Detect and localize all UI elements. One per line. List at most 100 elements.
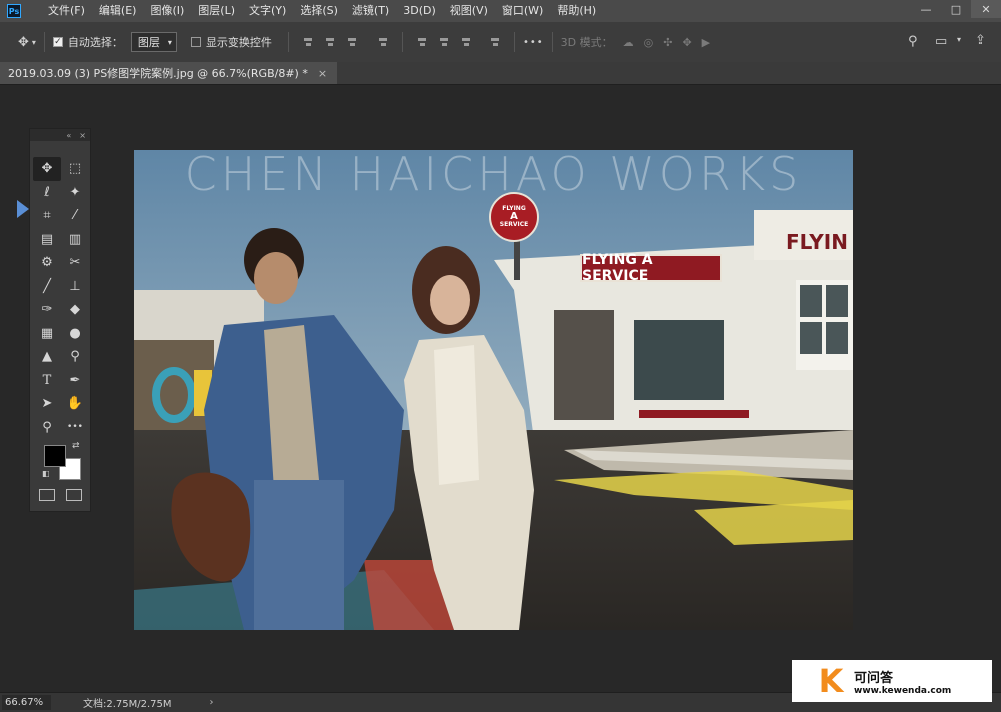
logo-url: www.kewenda.com [854, 685, 952, 696]
collapse-icon[interactable]: « [66, 131, 71, 140]
chevron-down-icon[interactable]: ▾ [32, 38, 36, 47]
3d-pan-icon[interactable]: ✣ [663, 36, 672, 49]
more-options-icon[interactable]: ••• [523, 37, 544, 48]
close-icon[interactable]: × [318, 67, 327, 80]
menu-file[interactable]: 文件(F) [41, 0, 92, 22]
spot-healing-tool[interactable]: ▤ [33, 228, 61, 252]
tool-grid: ✥ ⬚ ℓ ✦ ⌗ ⁄ ▤ ▥ ⚙ ✂ ╱ ⊥ ✑ ◆ ▦ ● ▲ ⚲ T ✒ … [33, 157, 89, 439]
quick-mask-icon[interactable] [39, 489, 55, 501]
tools-panel[interactable]: « × ✥ ⬚ ℓ ✦ ⌗ ⁄ ▤ ▥ ⚙ ✂ ╱ ⊥ ✑ ◆ ▦ ● ▲ ⚲ … [29, 128, 91, 512]
document-info: 文档:2.75M/2.75M [83, 699, 172, 710]
hand-tool[interactable]: ✋ [61, 392, 89, 416]
menu-select[interactable]: 选择(S) [293, 0, 345, 22]
photoshop-logo-icon: Ps [7, 4, 21, 18]
content-aware-tool[interactable]: ⚙ [33, 251, 61, 275]
history-brush-tool[interactable]: ✑ [33, 298, 61, 322]
align-vcenter-icon[interactable] [438, 36, 450, 48]
align-top-icon[interactable] [416, 36, 428, 48]
chevron-down-icon: ▾ [167, 37, 172, 47]
3d-camera-icon[interactable]: ▶ [702, 36, 710, 49]
tools-panel-header[interactable]: « × [30, 129, 90, 141]
logo-k-icon: K [818, 662, 844, 700]
menu-image[interactable]: 图像(I) [143, 0, 191, 22]
menu-layer[interactable]: 图层(L) [191, 0, 242, 22]
3d-slide-icon[interactable]: ✥ [682, 36, 691, 49]
options-bar: ✥ ▾ ✓ 自动选择： 图层 ▾ 显示变换控件 ••• 3D 模式： ☁ ◎ ✣… [0, 22, 1001, 63]
canvas-watermark-text: CHEN HAICHAO WORKS [184, 150, 803, 201]
screen-mode-icon[interactable] [66, 489, 82, 501]
zoom-tool[interactable]: ⚲ [33, 416, 61, 440]
sharpen-tool[interactable]: ▲ [33, 345, 61, 369]
window-controls: — □ ✕ [911, 0, 1001, 18]
divider [513, 32, 515, 52]
menu-window[interactable]: 窗口(W) [495, 0, 550, 22]
round-sign-line-2: A [510, 211, 518, 222]
foreground-color-swatch[interactable] [44, 445, 66, 467]
menu-help[interactable]: 帮助(H) [550, 0, 603, 22]
show-transform-label: 显示变换控件 [205, 36, 272, 49]
type-tool[interactable]: T [33, 369, 61, 393]
magic-wand-tool[interactable]: ✦ [61, 181, 89, 205]
auto-select-checkbox[interactable]: ✓ [52, 37, 63, 47]
eyedropper-tool[interactable]: ⁄ [61, 204, 89, 228]
marquee-tool[interactable]: ⬚ [61, 157, 89, 181]
roof-sign: FLYIN [786, 230, 848, 254]
divider [287, 32, 289, 52]
pen-tool[interactable]: ✒ [61, 369, 89, 393]
document-tab[interactable]: 2019.03.09 (3) PS修图学院案例.jpg @ 66.7%(RGB/… [0, 62, 338, 84]
default-colors-icon[interactable]: ◧ [42, 469, 50, 478]
close-icon[interactable]: × [79, 131, 86, 140]
gradient-tool[interactable]: ▦ [33, 322, 61, 346]
menu-3d[interactable]: 3D(D) [396, 0, 443, 22]
align-left-icon[interactable] [302, 36, 314, 48]
move-tool[interactable]: ✥ [33, 157, 61, 181]
search-icon[interactable]: ⚲ [908, 34, 918, 49]
more-tools[interactable]: ••• [61, 416, 89, 440]
blur-tool[interactable]: ● [61, 322, 89, 346]
layer-dropdown-value: 图层 [137, 36, 160, 49]
show-transform-checkbox[interactable] [190, 37, 201, 47]
move-tool-icon[interactable]: ✥ [18, 35, 29, 50]
logo-text: 可问答 www.kewenda.com [854, 667, 951, 696]
canvas-image[interactable]: CHEN HAICHAO WORKS FLYING A SERVICE FLYI… [134, 150, 853, 630]
patch-tool[interactable]: ▥ [61, 228, 89, 252]
3d-orbit-icon[interactable]: ☁ [623, 36, 634, 49]
divider [43, 32, 45, 52]
divider [551, 32, 553, 52]
eraser-tool[interactable]: ◆ [61, 298, 89, 322]
close-button[interactable]: ✕ [971, 0, 1001, 18]
round-flying-sign: FLYING A SERVICE [489, 192, 539, 242]
crop-tool[interactable]: ⌗ [33, 204, 61, 228]
zoom-level-field[interactable]: 66.67% [2, 695, 51, 710]
logo-name: 可问答 [854, 670, 894, 686]
menu-bar: Ps 文件(F) 编辑(E) 图像(I) 图层(L) 文字(Y) 选择(S) 滤… [0, 0, 1001, 22]
menu-filter[interactable]: 滤镜(T) [345, 0, 396, 22]
status-menu-arrow-icon[interactable]: › [210, 697, 214, 708]
align-hcenter-icon[interactable] [324, 36, 336, 48]
flying-service-sign: FLYING A SERVICE [580, 252, 722, 284]
distribute-icon[interactable] [377, 36, 389, 48]
menu-edit[interactable]: 编辑(E) [92, 0, 144, 22]
maximize-button[interactable]: □ [941, 0, 971, 18]
mouse-cursor-icon [17, 200, 29, 218]
3d-roll-icon[interactable]: ◎ [644, 36, 654, 49]
red-eye-tool[interactable]: ✂ [61, 251, 89, 275]
layer-dropdown[interactable]: 图层 ▾ [130, 32, 177, 52]
distribute-vertical-icon[interactable] [489, 36, 501, 48]
brush-tool[interactable]: ╱ [33, 275, 61, 299]
share-icon[interactable]: ⇪ [975, 33, 986, 48]
menu-type[interactable]: 文字(Y) [242, 0, 293, 22]
stamp-tool[interactable]: ⊥ [61, 275, 89, 299]
path-selection-tool[interactable]: ➤ [33, 392, 61, 416]
workspace-icon[interactable]: ▭ [935, 34, 947, 49]
swap-colors-icon[interactable]: ⇄ [72, 441, 80, 451]
dodge-tool[interactable]: ⚲ [61, 345, 89, 369]
menu-view[interactable]: 视图(V) [443, 0, 495, 22]
align-right-icon[interactable] [346, 36, 358, 48]
site-watermark-logo: K 可问答 www.kewenda.com [792, 660, 992, 702]
align-bottom-icon[interactable] [460, 36, 472, 48]
lasso-tool[interactable]: ℓ [33, 181, 61, 205]
divider [401, 32, 403, 52]
minimize-button[interactable]: — [911, 0, 941, 18]
chevron-down-icon[interactable]: ▾ [957, 35, 961, 44]
